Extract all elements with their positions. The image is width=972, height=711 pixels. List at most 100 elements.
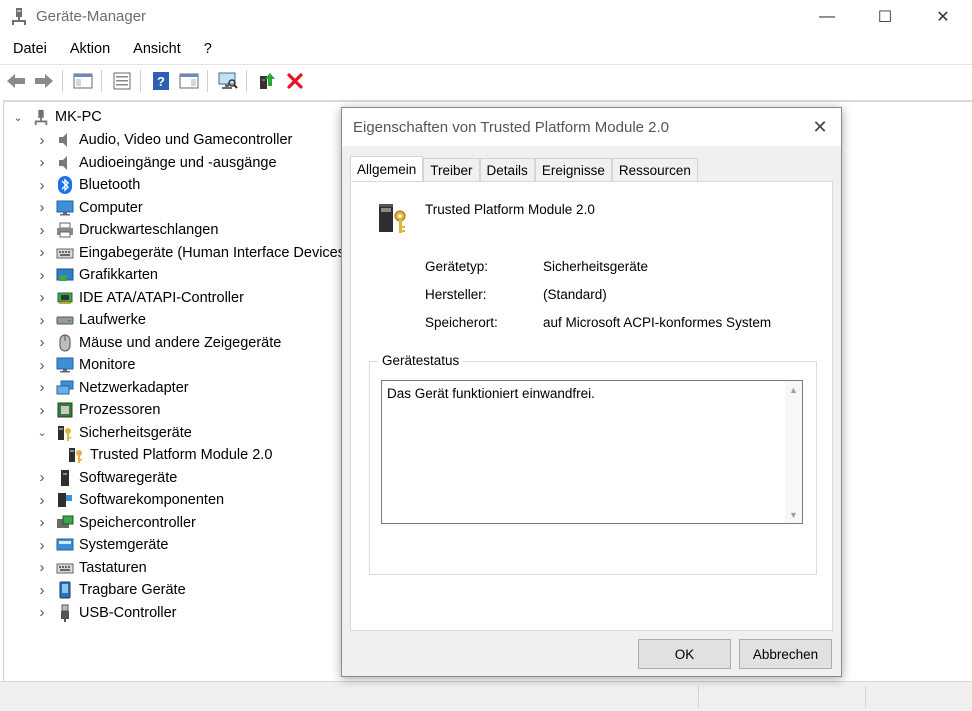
tree-item-label: Tastaturen	[79, 559, 147, 576]
chevron-right-icon[interactable]: ›	[35, 357, 49, 374]
toolbar-separator	[62, 70, 63, 92]
menu-aktion[interactable]: Aktion	[57, 38, 118, 62]
tree-item-label: Monitore	[79, 357, 136, 373]
tree-item-label: Bluetooth	[79, 177, 141, 193]
tree-category-softwaregeräte[interactable]: › Softwaregeräte	[35, 467, 178, 489]
chevron-down-icon[interactable]: ⌄	[35, 426, 49, 439]
dialog-close-button[interactable]: ✕	[805, 114, 835, 140]
chevron-right-icon[interactable]: ›	[35, 537, 49, 554]
tree-category-netzwerkadapter[interactable]: › Netzwerkadapter	[35, 377, 189, 399]
chevron-right-icon[interactable]: ›	[35, 177, 49, 194]
network-icon	[56, 379, 74, 397]
tree-root[interactable]: ⌄ MK-PC	[11, 106, 102, 128]
menu-help[interactable]: ?	[191, 38, 220, 62]
tree-category-monitore[interactable]: › Monitore	[35, 354, 136, 376]
status-scrollbar[interactable]: ▲ ▼	[785, 381, 802, 523]
title-bar: Geräte-Manager — ☐ ✕	[0, 0, 972, 34]
minimize-button[interactable]: —	[804, 0, 850, 34]
tree-child-trusted-platform-module-2-0[interactable]: Trusted Platform Module 2.0	[60, 444, 272, 466]
tab-treiber[interactable]: Treiber	[423, 158, 480, 181]
chevron-right-icon[interactable]: ›	[35, 604, 49, 621]
back-button[interactable]	[4, 69, 28, 93]
tree-category-eingabegeräte-human-interface-devices[interactable]: › Eingabegeräte (Human Interface Devices)	[35, 242, 350, 264]
chevron-right-icon[interactable]: ›	[35, 379, 49, 396]
monitor-icon	[56, 199, 74, 217]
status-bar	[0, 681, 972, 711]
prop-label-geraetetyp: Gerätetyp:	[425, 259, 489, 274]
tree-category-usb-controller[interactable]: › USB-Controller	[35, 602, 177, 624]
chevron-right-icon[interactable]: ›	[35, 559, 49, 576]
tree-item-label: Systemgeräte	[79, 537, 169, 553]
window-title: Geräte-Manager	[36, 8, 147, 25]
scroll-up-icon[interactable]: ▲	[785, 381, 802, 398]
maximize-icon: ☐	[877, 9, 893, 26]
tree-category-bluetooth[interactable]: › Bluetooth	[35, 174, 140, 196]
tree-category-speichercontroller[interactable]: › Speichercontroller	[35, 512, 196, 534]
chevron-right-icon[interactable]: ›	[35, 312, 49, 329]
tree-item-label: Prozessoren	[79, 402, 161, 418]
tree-category-audio-video-und-gamecontroller[interactable]: › Audio, Video und Gamecontroller	[35, 129, 293, 151]
chevron-right-icon[interactable]: ›	[35, 199, 49, 216]
tab-allgemein[interactable]: Allgemein	[350, 156, 424, 181]
chevron-right-icon[interactable]: ›	[35, 582, 49, 599]
speaker-icon	[56, 131, 74, 149]
tree-category-systemgeräte[interactable]: › Systemgeräte	[35, 534, 169, 556]
status-divider	[865, 686, 866, 708]
action-pane-button[interactable]	[177, 69, 201, 93]
action-pane-icon	[179, 73, 199, 89]
tree-item-label: Sicherheitsgeräte	[79, 424, 192, 441]
tree-category-audioeingänge-und-ausgänge[interactable]: › Audioeingänge und -ausgänge	[35, 152, 277, 174]
menu-datei[interactable]: Datei	[0, 38, 55, 62]
properties-icon	[113, 72, 131, 90]
help-button[interactable]: ?	[149, 69, 173, 93]
chevron-right-icon[interactable]: ›	[35, 334, 49, 351]
forward-button[interactable]	[32, 69, 56, 93]
device-status-text: Das Gerät funktioniert einwandfrei.	[387, 386, 595, 401]
chevron-right-icon[interactable]: ›	[35, 154, 49, 171]
close-button[interactable]: ✕	[920, 0, 966, 34]
device-status-textbox[interactable]: Das Gerät funktioniert einwandfrei. ▲ ▼	[381, 380, 803, 524]
chevron-right-icon[interactable]: ›	[35, 469, 49, 486]
chevron-right-icon[interactable]: ›	[35, 267, 49, 284]
tree-category-druckwarteschlangen[interactable]: › Druckwarteschlangen	[35, 219, 219, 241]
printer-icon	[56, 221, 74, 239]
tab-ressourcen[interactable]: Ressourcen	[611, 158, 698, 181]
uninstall-device-button[interactable]	[283, 69, 307, 93]
cancel-button[interactable]: Abbrechen	[739, 639, 832, 669]
tree-category-ide-ata-atapi-controller[interactable]: › IDE ATA/ATAPI-Controller	[35, 287, 244, 309]
prop-value-speicherort: auf Microsoft ACPI-konformes System	[543, 315, 772, 330]
tree-category-laufwerke[interactable]: › Laufwerke	[35, 309, 146, 331]
console-tree-button[interactable]	[71, 69, 95, 93]
tree-category-tragbare-geräte[interactable]: › Tragbare Geräte	[35, 579, 186, 601]
tree-category-mäuse-und-andere-zeigegeräte[interactable]: › Mäuse und andere Zeigegeräte	[35, 332, 281, 354]
chevron-right-icon[interactable]: ›	[35, 132, 49, 149]
properties-button[interactable]	[110, 69, 134, 93]
chevron-right-icon[interactable]: ›	[35, 222, 49, 239]
tree-category-sicherheitsgeräte[interactable]: ⌄ Sicherheitsgeräte	[35, 422, 192, 444]
tab-details[interactable]: Details	[479, 158, 535, 181]
tree-category-grafikkarten[interactable]: › Grafikkarten	[35, 264, 158, 286]
chevron-right-icon[interactable]: ›	[35, 244, 49, 261]
tree-category-tastaturen[interactable]: › Tastaturen	[35, 557, 147, 579]
scan-hardware-button[interactable]	[216, 69, 240, 93]
tree-item-label: USB-Controller	[79, 604, 177, 621]
scroll-down-icon[interactable]: ▼	[785, 506, 802, 523]
tree-category-prozessoren[interactable]: › Prozessoren	[35, 399, 161, 421]
tree-category-softwarekomponenten[interactable]: › Softwarekomponenten	[35, 489, 225, 511]
maximize-button[interactable]: ☐	[862, 0, 908, 34]
minimize-icon: —	[819, 8, 835, 25]
update-driver-button[interactable]	[255, 69, 279, 93]
chevron-right-icon[interactable]: ›	[35, 492, 49, 509]
tree-item-label: Laufwerke	[79, 312, 146, 328]
ok-button[interactable]: OK	[638, 639, 731, 669]
chevron-right-icon[interactable]: ›	[35, 402, 49, 419]
menu-ansicht[interactable]: Ansicht	[120, 38, 189, 62]
tree-category-computer[interactable]: › Computer	[35, 197, 143, 219]
chevron-right-icon[interactable]: ›	[35, 514, 49, 531]
tree-item-label: Eingabegeräte (Human Interface Devices)	[79, 244, 350, 261]
ide-controller-icon	[56, 289, 74, 307]
tab-ereignisse[interactable]: Ereignisse	[534, 158, 612, 181]
chevron-down-icon[interactable]: ⌄	[11, 111, 25, 124]
tree-item-label: Grafikkarten	[79, 267, 158, 283]
chevron-right-icon[interactable]: ›	[35, 289, 49, 306]
